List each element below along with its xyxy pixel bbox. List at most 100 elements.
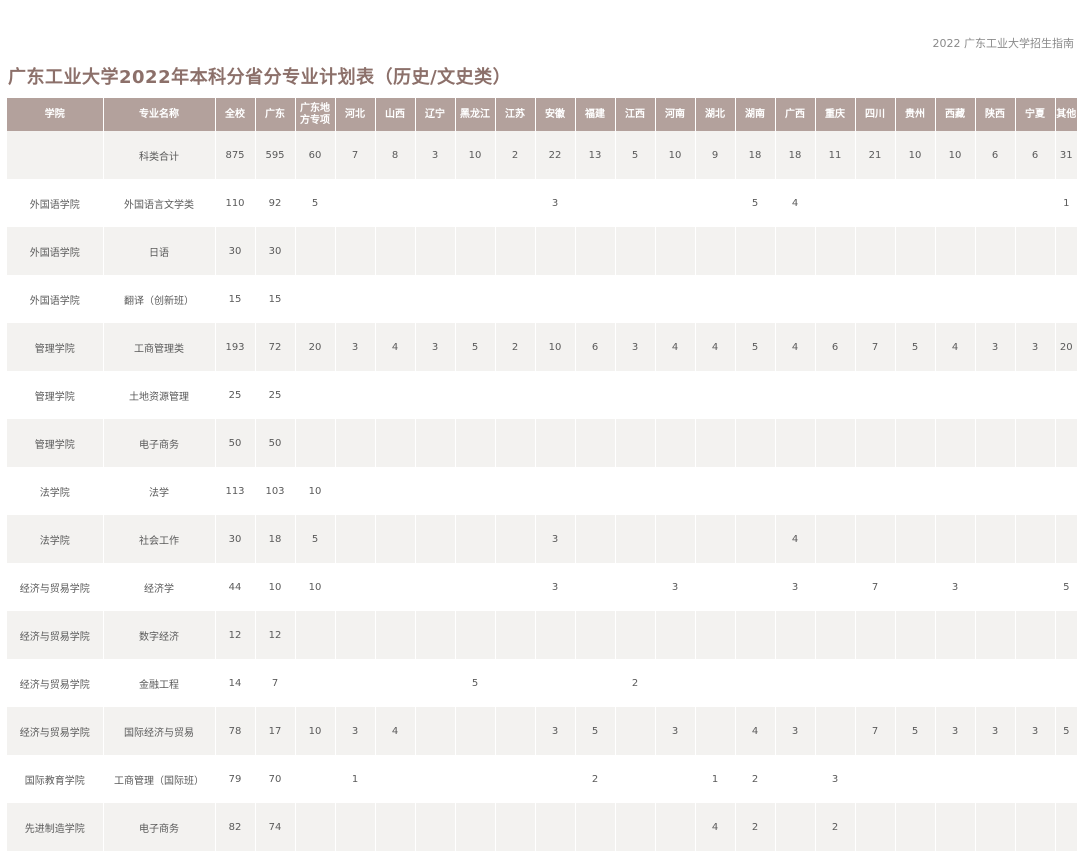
table-cell: 5 xyxy=(895,323,936,371)
table-cell xyxy=(455,707,496,755)
table-cell xyxy=(415,227,456,275)
table-cell xyxy=(1055,467,1077,515)
table-cell: 先进制造学院 xyxy=(7,803,104,851)
table-cell xyxy=(1055,371,1077,419)
table-cell: 7 xyxy=(335,131,376,179)
table-cell: 50 xyxy=(255,419,296,467)
table-cell: 3 xyxy=(815,755,856,803)
table-cell: 外国语学院 xyxy=(7,227,104,275)
table-cell xyxy=(655,227,696,275)
table-cell: 经济学 xyxy=(103,563,216,611)
table-cell: 25 xyxy=(215,371,256,419)
table-cell: 3 xyxy=(1015,323,1056,371)
column-header: 湖北 xyxy=(695,98,736,131)
table-cell xyxy=(935,371,976,419)
table-cell xyxy=(615,563,656,611)
table-cell xyxy=(415,755,456,803)
table-cell: 10 xyxy=(295,563,336,611)
table-cell: 6 xyxy=(1015,131,1056,179)
table-cell xyxy=(895,755,936,803)
table-row: 经济与贸易学院 经济学 44 10 10 3 3 3 7 3 5 xyxy=(7,563,1077,611)
table-cell: 翻译（创新班） xyxy=(103,275,216,323)
table-cell xyxy=(495,803,536,851)
table-cell: 科类合计 xyxy=(103,131,216,179)
table-cell xyxy=(695,371,736,419)
table-cell xyxy=(735,467,776,515)
column-header: 专业名称 xyxy=(103,98,216,131)
table-cell xyxy=(775,371,816,419)
table-cell xyxy=(375,563,416,611)
table-row: 外国语学院 日语 30 30 xyxy=(7,227,1077,275)
table-cell xyxy=(335,803,376,851)
table-cell: 103 xyxy=(255,467,296,515)
column-header: 湖南 xyxy=(735,98,776,131)
table-cell xyxy=(295,755,336,803)
table-cell xyxy=(735,419,776,467)
table-cell: 经济与贸易学院 xyxy=(7,563,104,611)
column-header: 江西 xyxy=(615,98,656,131)
table-cell xyxy=(855,803,896,851)
table-cell xyxy=(375,755,416,803)
table-cell xyxy=(415,515,456,563)
table-row: 管理学院 土地资源管理 25 25 xyxy=(7,371,1077,419)
table-cell xyxy=(455,419,496,467)
table-cell: 2 xyxy=(815,803,856,851)
column-header: 广东 xyxy=(255,98,296,131)
table-cell xyxy=(735,371,776,419)
table-cell: 6 xyxy=(815,323,856,371)
table-cell xyxy=(695,611,736,659)
table-cell xyxy=(495,371,536,419)
table-cell: 工商管理类 xyxy=(103,323,216,371)
table-cell: 3 xyxy=(415,323,456,371)
table-cell xyxy=(575,227,616,275)
table-cell: 3 xyxy=(335,323,376,371)
table-cell xyxy=(415,563,456,611)
table-cell: 3 xyxy=(935,707,976,755)
table-cell xyxy=(535,659,576,707)
table-cell xyxy=(815,179,856,227)
table-cell xyxy=(935,803,976,851)
table-cell: 3 xyxy=(535,515,576,563)
table-cell xyxy=(815,419,856,467)
table-cell xyxy=(615,755,656,803)
table-cell: 7 xyxy=(855,563,896,611)
table-cell xyxy=(1015,467,1056,515)
table-cell: 5 xyxy=(455,659,496,707)
table-cell xyxy=(455,467,496,515)
table-cell xyxy=(935,611,976,659)
table-cell xyxy=(975,515,1016,563)
table-cell: 79 xyxy=(215,755,256,803)
table-cell xyxy=(415,179,456,227)
table-cell: 金融工程 xyxy=(103,659,216,707)
table-cell xyxy=(415,467,456,515)
table-cell xyxy=(695,179,736,227)
table-cell xyxy=(1055,659,1077,707)
table-cell xyxy=(495,515,536,563)
table-cell xyxy=(1055,755,1077,803)
table-cell xyxy=(1015,179,1056,227)
table-cell: 2 xyxy=(495,323,536,371)
table-cell xyxy=(935,179,976,227)
table-cell xyxy=(1055,227,1077,275)
page-title: 广东工业大学2022年本科分省分专业计划表（历史/文史类） xyxy=(8,67,512,88)
column-header: 黑龙江 xyxy=(455,98,496,131)
table-row: 经济与贸易学院 金融工程 14 7 5 2 xyxy=(7,659,1077,707)
table-row: 管理学院 电子商务 50 50 xyxy=(7,419,1077,467)
table-cell xyxy=(775,227,816,275)
table-cell xyxy=(655,803,696,851)
table-cell xyxy=(735,275,776,323)
table-cell: 工商管理（国际班） xyxy=(103,755,216,803)
table-cell: 10 xyxy=(895,131,936,179)
table-cell: 110 xyxy=(215,179,256,227)
table-cell: 5 xyxy=(735,179,776,227)
table-cell: 3 xyxy=(415,131,456,179)
table-cell xyxy=(935,467,976,515)
table-cell xyxy=(975,659,1016,707)
table-header: 学院 专业名称 全校 广东 广东地 方专项 河北 山西 辽宁 黑龙江 江苏 安徽 福建 江西 河南 湖北 湖南广… xyxy=(7,98,1077,131)
header-row: 学院 专业名称 全校 广东 广东地 方专项 河北 山西 辽宁 黑龙江 江苏 安徽 福建 江西 河南 湖北 湖南广… xyxy=(7,98,1077,131)
table-cell xyxy=(455,755,496,803)
table-cell xyxy=(815,659,856,707)
table-cell: 7 xyxy=(855,323,896,371)
table-cell xyxy=(1015,419,1056,467)
column-header: 宁夏 xyxy=(1015,98,1056,131)
